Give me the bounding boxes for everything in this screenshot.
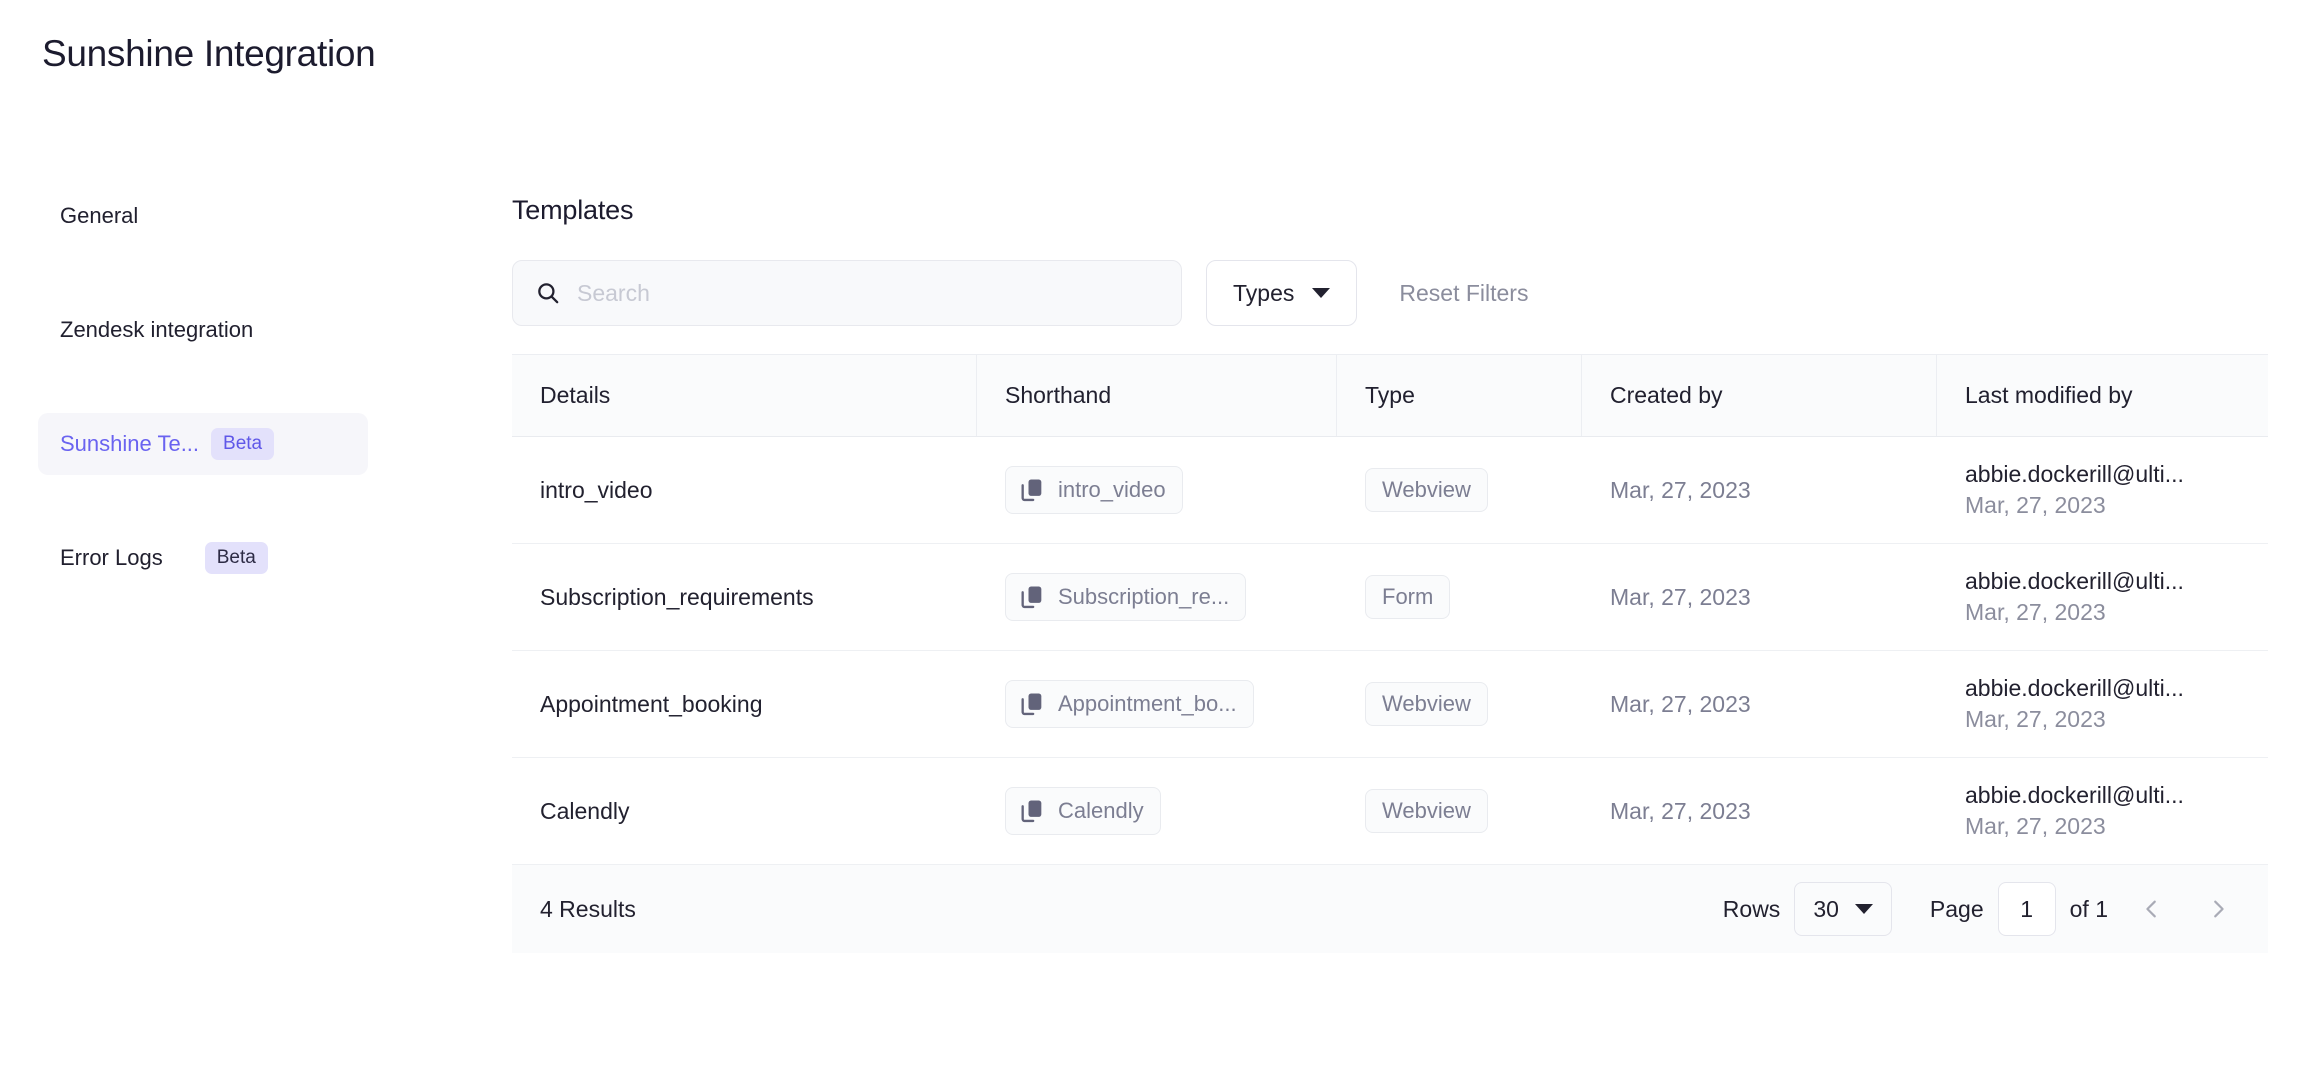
modified-email: abbie.dockerill@ulti... xyxy=(1965,568,2184,594)
chevron-down-icon xyxy=(1854,904,1873,914)
column-header-shorthand[interactable]: Shorthand xyxy=(977,355,1337,436)
page-label: Page xyxy=(1929,895,1984,922)
cell-created-by: Mar, 27, 2023 xyxy=(1610,583,1751,610)
sidebar-item-general[interactable]: General xyxy=(38,185,368,247)
cell-created-by: Mar, 27, 2023 xyxy=(1610,797,1751,824)
section-title: Templates xyxy=(512,195,634,225)
modified-date: Mar, 27, 2023 xyxy=(1965,492,2106,518)
cell-details: Subscription_requirements xyxy=(540,583,814,610)
cell-shorthand: intro_video xyxy=(977,437,1337,543)
rows-per-page-select[interactable]: 30 xyxy=(1794,882,1892,936)
beta-badge: Beta xyxy=(204,542,268,574)
column-header-details[interactable]: Details xyxy=(512,355,977,436)
copy-icon xyxy=(1018,583,1046,611)
sidebar: General Zendesk integration Sunshine Te.… xyxy=(38,185,368,641)
beta-badge: Beta xyxy=(211,428,275,460)
sidebar-item-sunshine-templates[interactable]: Sunshine Te... Beta xyxy=(38,413,368,475)
sidebar-item-zendesk-integration[interactable]: Zendesk integration xyxy=(38,299,368,361)
modified-date: Mar, 27, 2023 xyxy=(1965,813,2106,839)
cell-details: Appointment_booking xyxy=(540,690,763,717)
cell-type: Webview xyxy=(1337,758,1582,864)
cell-details: intro_video xyxy=(540,476,653,503)
shorthand-text: intro_video xyxy=(1058,477,1166,502)
table-header-row: Details Shorthand Type Created by Last m… xyxy=(512,355,2268,437)
modified-email: abbie.dockerill@ulti... xyxy=(1965,782,2184,808)
shorthand-text: Appointment_bo... xyxy=(1058,691,1237,716)
type-badge: Webview xyxy=(1365,788,1488,834)
chevron-down-icon xyxy=(1312,288,1331,298)
sidebar-item-label: Sunshine Te... xyxy=(60,433,200,455)
sidebar-item-label: General xyxy=(60,203,139,228)
shorthand-text: Calendly xyxy=(1058,798,1144,823)
cell-type: Webview xyxy=(1337,651,1582,757)
cell-details: Calendly xyxy=(540,797,630,824)
search-box[interactable] xyxy=(512,260,1182,326)
copy-shorthand-chip[interactable]: Appointment_bo... xyxy=(1005,680,1254,728)
sidebar-item-label: Zendesk integration xyxy=(60,317,254,342)
app-root: Sunshine Integration General Zendesk int… xyxy=(0,0,2300,1080)
modified-email: abbie.dockerill@ulti... xyxy=(1965,675,2184,701)
page-total-label: of 1 xyxy=(2069,895,2108,922)
results-count: 4 Results xyxy=(540,895,636,922)
table-footer: 4 Results Rows 30 Page of 1 xyxy=(512,865,2268,953)
table-row[interactable]: Calendly Calendly Webview Mar, 27, 2023 … xyxy=(512,758,2268,865)
cell-created-by: Mar, 27, 2023 xyxy=(1610,690,1751,717)
modified-email: abbie.dockerill@ulti... xyxy=(1965,461,2184,487)
table-row[interactable]: intro_video intro_video Webview Mar, 27,… xyxy=(512,437,2268,544)
cell-last-modified-by: abbie.dockerill@ulti... Mar, 27, 2023 xyxy=(1937,758,2268,864)
page-title: Sunshine Integration xyxy=(42,33,376,74)
copy-shorthand-chip[interactable]: Subscription_re... xyxy=(1005,573,1247,621)
main-content: Templates Types Reset Filters xyxy=(512,195,2268,953)
cell-shorthand: Calendly xyxy=(977,758,1337,864)
cell-shorthand: Subscription_re... xyxy=(977,544,1337,650)
previous-page-button[interactable] xyxy=(2130,887,2174,931)
copy-shorthand-chip[interactable]: Calendly xyxy=(1005,787,1161,835)
copy-icon xyxy=(1018,797,1046,825)
cell-last-modified-by: abbie.dockerill@ulti... Mar, 27, 2023 xyxy=(1937,437,2268,543)
rows-label: Rows xyxy=(1722,895,1781,922)
modified-date: Mar, 27, 2023 xyxy=(1965,599,2106,625)
modified-date: Mar, 27, 2023 xyxy=(1965,706,2106,732)
shorthand-text: Subscription_re... xyxy=(1058,584,1230,609)
types-filter-label: Types xyxy=(1233,279,1295,306)
cell-shorthand: Appointment_bo... xyxy=(977,651,1337,757)
filter-bar: Types Reset Filters xyxy=(512,260,2268,326)
types-filter-button[interactable]: Types xyxy=(1206,260,1358,326)
page-number-input[interactable] xyxy=(1997,882,2056,936)
copy-icon xyxy=(1018,476,1046,504)
cell-created-by: Mar, 27, 2023 xyxy=(1610,476,1751,503)
column-header-last-modified-by[interactable]: Last modified by xyxy=(1937,355,2268,436)
reset-filters-button[interactable]: Reset Filters xyxy=(1399,280,1528,307)
column-header-type[interactable]: Type xyxy=(1337,355,1582,436)
templates-table: Details Shorthand Type Created by Last m… xyxy=(512,354,2268,953)
type-badge: Webview xyxy=(1365,467,1488,513)
copy-shorthand-chip[interactable]: intro_video xyxy=(1005,466,1183,514)
type-badge: Webview xyxy=(1365,681,1488,727)
search-icon xyxy=(535,280,561,306)
rows-per-page-value: 30 xyxy=(1813,895,1839,922)
cell-last-modified-by: abbie.dockerill@ulti... Mar, 27, 2023 xyxy=(1937,651,2268,757)
sidebar-item-error-logs[interactable]: Error Logs Beta xyxy=(38,527,368,589)
sidebar-item-label: Error Logs xyxy=(60,545,163,570)
cell-type: Form xyxy=(1337,544,1582,650)
cell-type: Webview xyxy=(1337,437,1582,543)
table-row[interactable]: Subscription_requirements Subscription_r… xyxy=(512,544,2268,651)
next-page-button[interactable] xyxy=(2196,887,2240,931)
cell-last-modified-by: abbie.dockerill@ulti... Mar, 27, 2023 xyxy=(1937,544,2268,650)
table-row[interactable]: Appointment_booking Appointment_bo... We… xyxy=(512,651,2268,758)
search-input[interactable] xyxy=(577,279,1159,307)
pagination-controls: Rows 30 Page of 1 xyxy=(1723,882,2240,936)
copy-icon xyxy=(1018,690,1046,718)
type-badge: Form xyxy=(1365,574,1451,620)
column-header-created-by[interactable]: Created by xyxy=(1582,355,1937,436)
